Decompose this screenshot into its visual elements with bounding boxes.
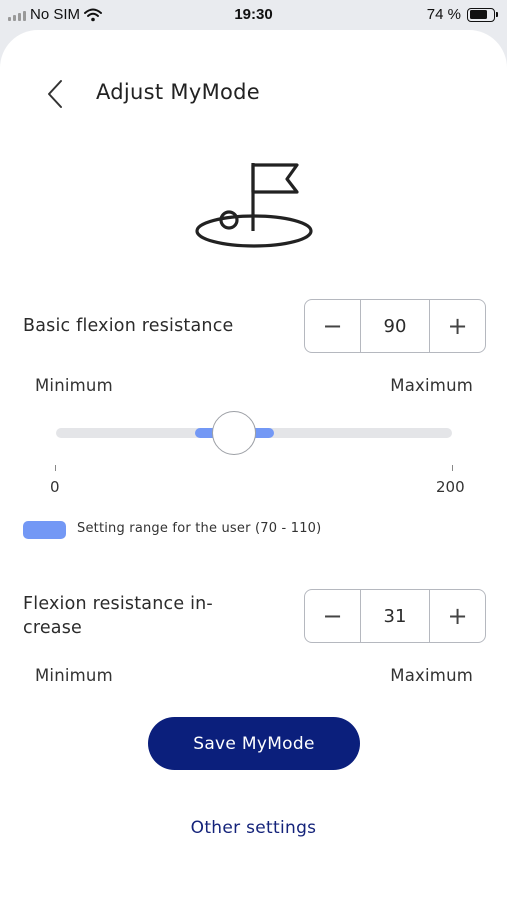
slider-min-tick-label: 0 (50, 478, 60, 496)
legend-swatch (23, 521, 66, 539)
resistance-increase-stepper: − 31 + (304, 589, 486, 643)
resistance-increase-label-line1: Flexion resistance in- (23, 594, 213, 614)
golf-flag-icon (195, 163, 313, 248)
flexion-slider[interactable] (56, 408, 452, 458)
flexion-max-label: Maximum (390, 376, 473, 395)
resistance-increase-label: Flexion resistance in- crease (23, 592, 213, 640)
flexion-increment-button[interactable]: + (430, 300, 485, 352)
status-right: 74 % (426, 6, 498, 23)
flexion-decrement-button[interactable]: − (305, 300, 360, 352)
other-settings-link[interactable]: Other settings (0, 818, 507, 838)
flexion-min-label: Minimum (35, 376, 113, 395)
battery-percent: 74 % (426, 6, 461, 23)
slider-thumb[interactable] (212, 411, 257, 455)
legend-text: Setting range for the user (70 - 110) (77, 521, 322, 536)
page-title: Adjust MyMode (96, 80, 260, 104)
flexion-resistance-stepper: − 90 + (304, 299, 486, 353)
slider-min-tick (55, 465, 56, 471)
chevron-left-icon (48, 80, 62, 108)
flexion-resistance-label: Basic flexion resistance (23, 316, 234, 336)
increase-decrement-button[interactable]: − (305, 590, 360, 642)
header: Adjust MyMode (0, 76, 507, 112)
increase-max-label: Maximum (390, 666, 473, 685)
battery-icon (467, 7, 498, 22)
back-button[interactable] (40, 78, 70, 110)
resistance-increase-label-line2: crease (23, 618, 83, 638)
flexion-value[interactable]: 90 (360, 300, 430, 352)
status-bar: No SIM 19:30 74 % (0, 0, 507, 30)
increase-increment-button[interactable]: + (430, 590, 485, 642)
increase-value[interactable]: 31 (360, 590, 430, 642)
increase-min-label: Minimum (35, 666, 113, 685)
save-mymode-button[interactable]: Save MyMode (148, 717, 360, 770)
slider-max-tick (452, 465, 453, 471)
slider-max-tick-label: 200 (436, 478, 465, 496)
